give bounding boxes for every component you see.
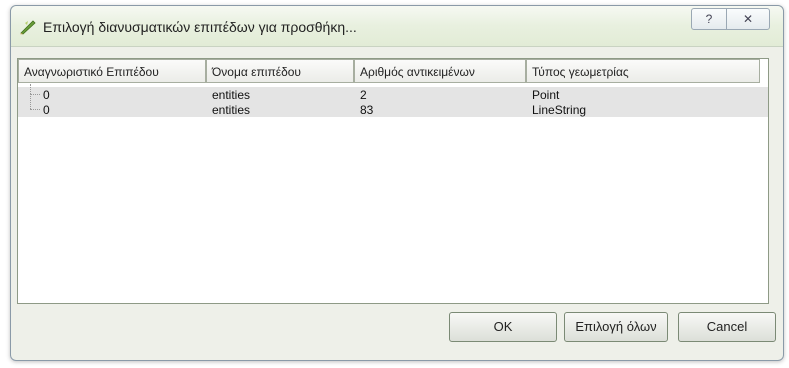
tree-branch-line <box>30 84 31 94</box>
layer-tree-table[interactable]: Αναγνωριστικό Επιπέδου Όνομα επιπέδου Αρ… <box>17 58 769 304</box>
window-title: Επιλογή διανυσματικών επιπέδων για προσθ… <box>43 19 357 35</box>
feature-count: 83 <box>360 103 374 117</box>
column-header-layer-name[interactable]: Όνομα επιπέδου <box>206 59 354 83</box>
cancel-button[interactable]: Cancel <box>678 312 776 342</box>
tree-branch-line <box>30 109 40 110</box>
qgis-pencil-icon <box>20 20 36 35</box>
close-icon: ✕ <box>742 12 754 26</box>
layer-name: entities <box>212 88 251 102</box>
layer-name: entities <box>212 103 251 117</box>
table-header: Αναγνωριστικό Επιπέδου Όνομα επιπέδου Αρ… <box>18 59 768 83</box>
column-header-geometry-type[interactable]: Τύπος γεωμετρίας <box>526 59 760 83</box>
layer-id: 0 <box>43 88 50 102</box>
column-header-layer-id[interactable]: Αναγνωριστικό Επιπέδου <box>18 59 206 83</box>
geometry-type: LineString <box>532 103 587 117</box>
close-button[interactable]: ✕ <box>726 8 770 30</box>
table-row[interactable]: 0 entities 83 LineString <box>18 94 768 117</box>
column-header-feature-count[interactable]: Αριθμός αντικειμένων <box>354 59 526 83</box>
geometry-type: Point <box>532 88 560 102</box>
tree-branch-line <box>30 94 31 109</box>
ok-button[interactable]: OK <box>449 312 557 342</box>
help-button[interactable]: ? <box>691 8 727 30</box>
help-icon: ? <box>705 12 713 26</box>
feature-count: 2 <box>360 88 367 102</box>
layer-id: 0 <box>43 103 50 117</box>
table-row[interactable]: 0 entities 2 Point <box>18 84 768 102</box>
tree-branch-line <box>30 94 40 95</box>
select-all-button[interactable]: Επιλογή όλων <box>564 312 668 342</box>
title-bar[interactable]: Επιλογή διανυσματικών επιπέδων για προσθ… <box>11 6 783 47</box>
